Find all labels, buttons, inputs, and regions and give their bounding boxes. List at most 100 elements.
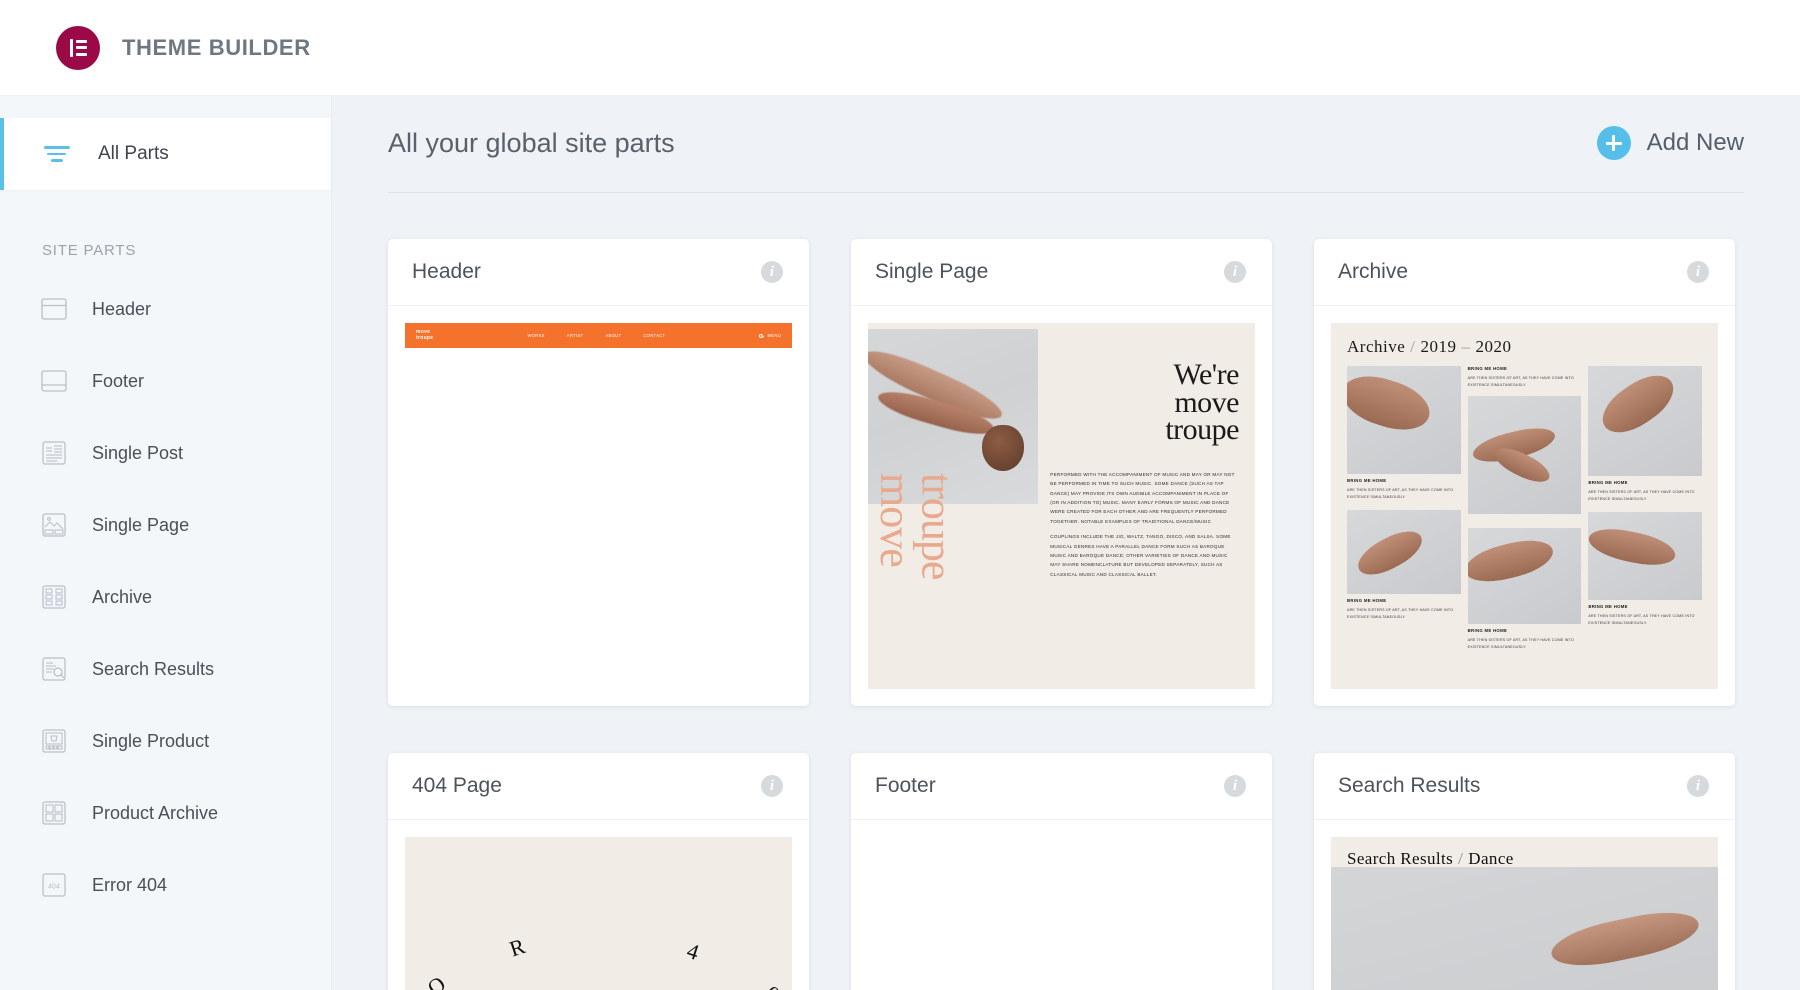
preview-ring-char: 0: [760, 980, 784, 990]
site-parts-grid: Header i movetroupe WORKS ARTIST ABOUT C…: [388, 239, 1744, 990]
sidebar-item-label: Archive: [92, 587, 152, 608]
card-title: 404 Page: [412, 774, 502, 798]
preview-ring-char: R: [506, 933, 528, 962]
preview-photo: [1347, 510, 1461, 594]
sidebar-item-label: Error 404: [92, 875, 167, 896]
preview-entry-text: ARE THEN SISTERS OF ART, AS THEY HAVE CO…: [1468, 637, 1582, 650]
sidebar-item-error-404[interactable]: 404 Error 404: [0, 849, 331, 921]
preview-search-title: Search Results / Dance: [1331, 837, 1718, 869]
site-part-card-header[interactable]: Header i movetroupe WORKS ARTIST ABOUT C…: [388, 239, 809, 706]
info-icon[interactable]: i: [1687, 775, 1709, 797]
product-archive-icon: [40, 799, 68, 827]
site-part-card-single-page[interactable]: Single Page i move troupe: [851, 239, 1272, 706]
preview-entry-text: ARE THEN SISTERS OF ART, AS THEY HAVE CO…: [1347, 607, 1461, 620]
sidebar-item-label: Single Post: [92, 443, 183, 464]
sidebar-item-all-parts[interactable]: All Parts: [0, 118, 331, 190]
info-icon[interactable]: i: [1224, 775, 1246, 797]
preview-search-label: Search Results: [1347, 849, 1453, 868]
site-part-card-search-results[interactable]: Search Results i Search Results / Dance: [1314, 753, 1735, 990]
info-icon[interactable]: i: [761, 775, 783, 797]
card-header: Single Page i: [851, 239, 1272, 306]
card-preview[interactable]: [851, 820, 1272, 990]
preview-nav-item: CONTACT: [643, 333, 665, 338]
preview-photo: [1588, 366, 1702, 476]
card-header: Search Results i: [1314, 753, 1735, 820]
add-new-button[interactable]: Add New: [1597, 126, 1744, 160]
footer-preview: [868, 837, 1255, 990]
card-title: Footer: [875, 774, 936, 798]
archive-grid-icon: [40, 583, 68, 611]
preview-entry-caption: BRING ME HOME: [1468, 366, 1582, 371]
card-preview[interactable]: ERROR 404 ERROR 404: [388, 820, 809, 990]
preview-year-from: 2019: [1421, 337, 1457, 356]
info-icon[interactable]: i: [1224, 261, 1246, 283]
archive-preview: Archive/2019–2020 BRING ME HOME ARE THEN…: [1331, 323, 1718, 689]
preview-entry-text: ARE THEN SISTERS OF ART, AS THEY HAVE CO…: [1588, 613, 1702, 626]
preview-year-to: 2020: [1476, 337, 1512, 356]
preview-archive-grid: BRING ME HOME ARE THEN SISTERS OF ART, A…: [1347, 366, 1702, 651]
preview-paragraph: COUPLINGS INCLUDE THE JIG, WALTZ, TANGO,…: [1050, 532, 1239, 579]
preview-photo: [1588, 512, 1702, 600]
elementor-logo-icon[interactable]: [56, 26, 100, 70]
sidebar-item-archive[interactable]: Archive: [0, 561, 331, 633]
info-icon[interactable]: i: [1687, 261, 1709, 283]
svg-text:404: 404: [48, 884, 60, 891]
card-preview[interactable]: move troupe We're move troupe PERF: [851, 306, 1272, 706]
sidebar-item-label: Search Results: [92, 659, 214, 680]
preview-archive-label: Archive: [1347, 337, 1405, 356]
preview-nav-item: ABOUT: [605, 333, 621, 338]
sidebar-item-header[interactable]: Header: [0, 273, 331, 345]
preview-separator: /: [1458, 849, 1463, 868]
card-preview[interactable]: Archive/2019–2020 BRING ME HOME ARE THEN…: [1314, 306, 1735, 706]
app-header: THEME BUILDER: [0, 0, 1800, 96]
sidebar-item-single-product[interactable]: Single Product: [0, 705, 331, 777]
preview-menu-label: MENU: [767, 333, 781, 338]
preview-vertical-word: troupe: [916, 473, 958, 579]
preview-vertical-words: move troupe: [874, 473, 958, 579]
site-part-card-archive[interactable]: Archive i Archive/2019–2020 BRING ME HOM…: [1314, 239, 1735, 706]
preview-archive-column: BRING ME HOME ARE THEN SISTERS OF ART, A…: [1347, 366, 1461, 651]
preview-photo: [1468, 396, 1582, 514]
card-preview[interactable]: Search Results / Dance: [1314, 820, 1735, 990]
preview-archive-column: BRING ME HOME ARE THEN SISTERS OF ART, A…: [1468, 366, 1582, 651]
preview-logo: movetroupe: [416, 330, 433, 342]
sidebar-item-label: Header: [92, 299, 151, 320]
preview-search-query: Dance: [1468, 849, 1513, 868]
single-post-icon: [40, 439, 68, 467]
preview-heading: We're move troupe: [1050, 361, 1239, 444]
sidebar-item-label: Single Page: [92, 515, 189, 536]
preview-heading-line: troupe: [1050, 416, 1239, 444]
preview-nav-item: WORKS: [527, 333, 544, 338]
app-title: THEME BUILDER: [122, 35, 311, 61]
preview-year-dash: –: [1462, 337, 1471, 356]
preview-nav-item: ARTIST: [567, 333, 584, 338]
sidebar-item-label: Footer: [92, 371, 144, 392]
sidebar-item-single-post[interactable]: Single Post: [0, 417, 331, 489]
site-part-card-footer[interactable]: Footer i: [851, 753, 1272, 990]
header-layout-icon: [40, 295, 68, 323]
error-404-icon: 404: [40, 871, 68, 899]
preview-body-text: PERFORMED WITH THE ACCOMPANIMENT OF MUSI…: [1050, 470, 1239, 579]
add-new-label: Add New: [1647, 129, 1744, 157]
sidebar-section-label: SITE PARTS: [42, 242, 331, 259]
main-content: All your global site parts Add New Heade…: [332, 96, 1800, 990]
sidebar-item-product-archive[interactable]: Product Archive: [0, 777, 331, 849]
sidebar-item-single-page[interactable]: Single Page: [0, 489, 331, 561]
site-part-card-404-page[interactable]: 404 Page i ERROR 404 ERROR 404: [388, 753, 809, 990]
card-title: Search Results: [1338, 774, 1480, 798]
preview-nav-menu: WORKS ARTIST ABOUT CONTACT: [527, 333, 665, 338]
footer-layout-icon: [40, 367, 68, 395]
preview-right-column: We're move troupe PERFORMED WITH THE ACC…: [1038, 323, 1255, 689]
info-icon[interactable]: i: [761, 261, 783, 283]
card-header: Header i: [388, 239, 809, 306]
preview-entry-caption: BRING ME HOME: [1347, 478, 1461, 483]
search-icon: [759, 334, 763, 338]
sidebar-item-footer[interactable]: Footer: [0, 345, 331, 417]
card-preview[interactable]: movetroupe WORKS ARTIST ABOUT CONTACT ME…: [388, 306, 809, 706]
single-page-preview: move troupe We're move troupe PERF: [868, 323, 1255, 689]
card-title: Single Page: [875, 260, 988, 284]
sidebar-item-search-results[interactable]: Search Results: [0, 633, 331, 705]
sidebar-item-label: Single Product: [92, 731, 209, 752]
plus-circle-icon: [1597, 126, 1631, 160]
preview-entry-caption: BRING ME HOME: [1468, 628, 1582, 633]
